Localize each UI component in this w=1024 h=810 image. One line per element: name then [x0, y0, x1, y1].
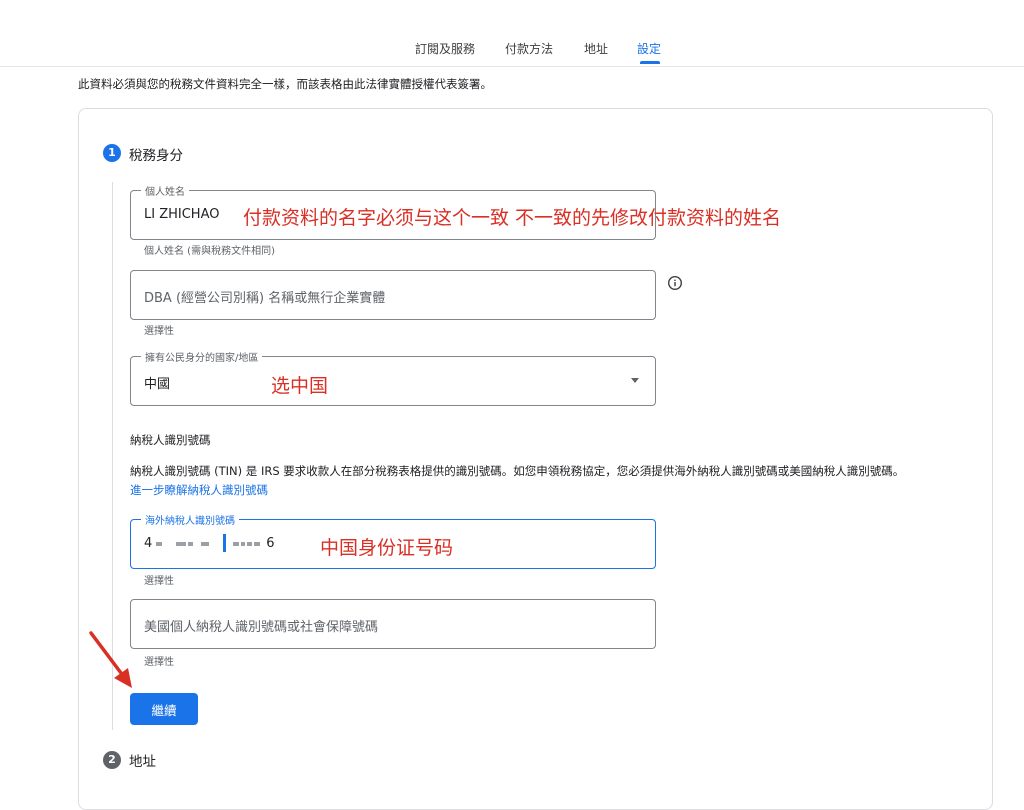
individual-name-label: 個人姓名: [141, 183, 189, 198]
active-tab-indicator: [640, 61, 660, 64]
tin-section-title: 納稅人識別號碼: [130, 433, 211, 447]
info-circle-icon[interactable]: [667, 275, 683, 291]
individual-name-value: LI ZHICHAO: [144, 207, 220, 222]
notice-text: 此資料必須與您的稅務文件資料完全一樣，而該表格由此法律實體授權代表簽署。: [78, 77, 492, 91]
learn-more-tin-link[interactable]: 進一步瞭解納稅人識別號碼: [130, 482, 268, 498]
step-1-title: 稅務身分: [129, 148, 183, 164]
individual-name-helper: 個人姓名 (需與稅務文件相同): [144, 246, 275, 257]
step-2-number: 2: [103, 751, 121, 769]
foreign-tin-helper: 選擇性: [144, 576, 174, 587]
step-1-number: 1: [103, 144, 121, 162]
text-cursor: [223, 534, 226, 552]
tin-first-digit: 4: [144, 536, 153, 551]
tin-description: 納稅人識別號碼 (TIN) 是 IRS 要求收款人在部分稅務表格提供的識別號碼。…: [130, 464, 905, 478]
country-annotation: 选中国: [271, 375, 329, 397]
continue-button[interactable]: 繼續: [130, 693, 198, 725]
us-tin-placeholder: 美國個人納稅人識別號碼或社會保障號碼: [144, 620, 379, 635]
tab-subscriptions[interactable]: 訂閱及服務: [415, 40, 475, 57]
country-label: 擁有公民身分的國家/地區: [141, 349, 263, 364]
step-2-title[interactable]: 地址: [129, 750, 156, 770]
country-value: 中國: [144, 377, 171, 392]
red-arrow-icon: [89, 631, 132, 688]
tin-annotation: 中国身份证号码: [320, 537, 454, 559]
dba-name-input[interactable]: DBA (經營公司別稱) 名稱或無行企業實體: [130, 270, 656, 320]
citizenship-country-select[interactable]: 擁有公民身分的國家/地區 中國: [130, 349, 656, 406]
tab-payment-methods[interactable]: 付款方法: [505, 40, 553, 57]
us-tin-ssn-input[interactable]: 美國個人納稅人識別號碼或社會保障號碼: [130, 599, 656, 649]
tab-address[interactable]: 地址: [584, 40, 608, 57]
us-tin-helper: 選擇性: [144, 657, 174, 668]
tin-last-digit: 6: [266, 536, 275, 551]
foreign-tin-label: 海外納稅人識別號碼: [141, 512, 239, 527]
name-annotation: 付款资料的名字必须与这个一致 不一致的先修改付款资料的姓名: [243, 207, 782, 229]
dba-helper: 選擇性: [144, 326, 174, 337]
dba-placeholder: DBA (經營公司別稱) 名稱或無行企業實體: [144, 291, 386, 306]
top-navigation: 訂閱及服務 付款方法 地址 設定: [0, 0, 1024, 67]
foreign-tin-masked-value: 4 6: [144, 536, 275, 551]
tab-settings[interactable]: 設定: [637, 40, 661, 57]
dropdown-arrow-icon: [631, 378, 639, 383]
